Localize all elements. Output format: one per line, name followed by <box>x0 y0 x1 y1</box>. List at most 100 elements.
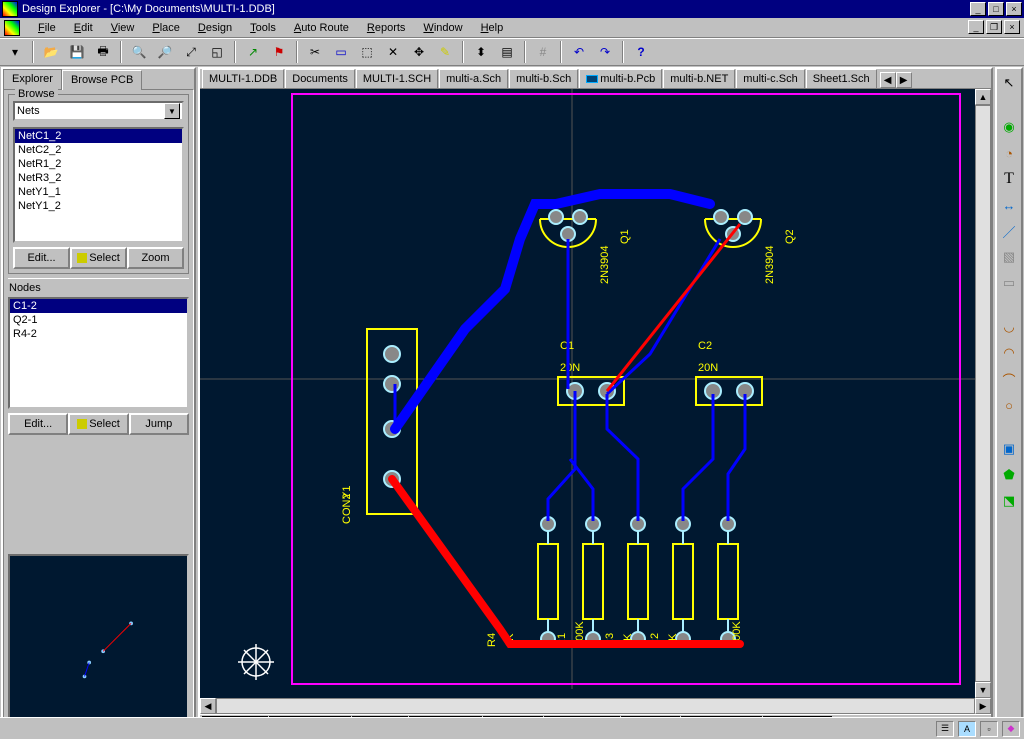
tab-scroll-right[interactable]: ▶ <box>896 72 912 88</box>
menu-tools[interactable]: Tools <box>242 20 284 36</box>
menu-help[interactable]: Help <box>473 20 512 36</box>
report-button[interactable]: ▤ <box>496 41 518 63</box>
arc-tool-1[interactable]: ◡ <box>999 317 1019 337</box>
pcb-canvas[interactable]: Y1 CON2 Q1 2N3904 <box>200 89 991 698</box>
vertical-scrollbar[interactable]: ▲ ▼ <box>975 89 991 698</box>
move-button[interactable]: ✥ <box>408 41 430 63</box>
menu-place[interactable]: Place <box>144 20 188 36</box>
list-item[interactable]: NetY1_2 <box>15 199 182 213</box>
doc-tab[interactable]: multi-b.Sch <box>509 69 578 88</box>
list-item[interactable]: NetC1_2 <box>15 129 182 143</box>
undo-button[interactable]: ↶ <box>568 41 590 63</box>
doc-tab[interactable]: multi-a.Sch <box>439 69 508 88</box>
doc-tab[interactable]: MULTI-1.SCH <box>356 69 438 88</box>
mdi-restore-button[interactable]: ❐ <box>986 20 1002 34</box>
arc-tool-3[interactable]: ⌒ <box>999 369 1019 389</box>
scroll-left-button[interactable]: ◀ <box>200 698 216 714</box>
browse-dropdown[interactable]: Nets ▼ <box>13 101 184 121</box>
line-tool[interactable]: ／ <box>999 221 1019 241</box>
jump-button[interactable]: Jump <box>129 413 189 435</box>
redo-button[interactable]: ↷ <box>594 41 616 63</box>
tool-1[interactable]: ↗ <box>242 41 264 63</box>
zoom-button[interactable]: Zoom <box>127 247 184 269</box>
scroll-up-button[interactable]: ▲ <box>975 89 991 105</box>
cut-button[interactable]: ✂ <box>304 41 326 63</box>
dimension-tool[interactable]: ↔ <box>999 195 1019 215</box>
minimap[interactable] <box>8 554 189 729</box>
mdi-close-button[interactable]: × <box>1004 20 1020 34</box>
status-3[interactable]: ▫ <box>980 721 998 737</box>
list-item[interactable]: NetR3_2 <box>15 171 182 185</box>
circle-tool[interactable]: ○ <box>999 395 1019 415</box>
app-menu-icon[interactable] <box>4 20 20 36</box>
select-button[interactable]: Select <box>70 247 127 269</box>
select-rect-button[interactable]: ▭ <box>330 41 352 63</box>
menu-view[interactable]: View <box>103 20 143 36</box>
menu-reports[interactable]: Reports <box>359 20 414 36</box>
scroll-right-button[interactable]: ▶ <box>975 698 991 714</box>
doc-tab[interactable]: multi-c.Sch <box>736 69 804 88</box>
svg-text:Q1: Q1 <box>619 229 631 244</box>
maximize-button[interactable]: □ <box>988 2 1004 16</box>
new-button[interactable]: ▾ <box>4 41 26 63</box>
menu-edit[interactable]: Edit <box>66 20 101 36</box>
horizontal-scrollbar[interactable]: ◀ ▶ <box>200 698 991 714</box>
minimize-button[interactable]: _ <box>970 2 986 16</box>
tab-scroll-left[interactable]: ◀ <box>880 72 896 88</box>
doc-tab[interactable]: Sheet1.Sch <box>806 69 877 88</box>
menu-design[interactable]: Design <box>190 20 240 36</box>
zoom-out-button[interactable]: 🔎 <box>154 41 176 63</box>
help-button[interactable]: ? <box>630 41 652 63</box>
pad-tool[interactable]: ◉ <box>999 117 1019 137</box>
menu-file[interactable]: File <box>30 20 64 36</box>
mdi-minimize-button[interactable]: _ <box>968 20 984 34</box>
nodes-listbox[interactable]: C1-2 Q2-1 R4-2 <box>8 297 189 409</box>
node-edit-button[interactable]: Edit... <box>8 413 68 435</box>
library-button[interactable]: ⬍ <box>470 41 492 63</box>
via-tool[interactable]: ◔ <box>999 143 1019 163</box>
status-2[interactable]: A <box>958 721 976 737</box>
menu-window[interactable]: Window <box>415 20 470 36</box>
component-tool[interactable]: ▣ <box>999 439 1019 459</box>
arc-tool-2[interactable]: ◠ <box>999 343 1019 363</box>
status-1[interactable]: ☰ <box>936 721 954 737</box>
chevron-down-icon[interactable]: ▼ <box>164 103 180 119</box>
node-select-button[interactable]: Select <box>68 413 128 435</box>
menu-autoroute[interactable]: Auto Route <box>286 20 357 36</box>
list-item[interactable]: NetR1_2 <box>15 157 182 171</box>
redraw-button[interactable]: ◱ <box>206 41 228 63</box>
doc-tab-active[interactable]: multi-b.Pcb <box>579 69 662 88</box>
grid-button[interactable]: # <box>532 41 554 63</box>
tab-explorer[interactable]: Explorer <box>3 69 62 89</box>
nets-listbox[interactable]: NetC1_2 NetC2_2 NetR1_2 NetR3_2 NetY1_1 … <box>13 127 184 243</box>
cursor-tool[interactable]: ↖ <box>999 73 1019 93</box>
list-item[interactable]: NetC2_2 <box>15 143 182 157</box>
fill-tool[interactable]: ▧ <box>999 247 1019 267</box>
list-item[interactable]: Q2-1 <box>10 313 187 327</box>
highlight-button[interactable]: ✎ <box>434 41 456 63</box>
doc-tab[interactable]: multi-b.NET <box>663 69 735 88</box>
open-button[interactable]: 📂 <box>40 41 62 63</box>
doc-tab[interactable]: Documents <box>285 69 355 88</box>
scroll-down-button[interactable]: ▼ <box>975 682 991 698</box>
svg-text:20N: 20N <box>560 362 580 374</box>
edit-button[interactable]: Edit... <box>13 247 70 269</box>
zoom-in-button[interactable]: 🔍 <box>128 41 150 63</box>
split-tool[interactable]: ⬔ <box>999 491 1019 511</box>
zoom-fit-button[interactable]: ⤢ <box>180 41 202 63</box>
doc-tab[interactable]: MULTI-1.DDB <box>202 69 284 88</box>
tool-2[interactable]: ⚑ <box>268 41 290 63</box>
rect-tool[interactable]: ▭ <box>999 273 1019 293</box>
list-item[interactable]: C1-2 <box>10 299 187 313</box>
polygon-tool[interactable]: ⬟ <box>999 465 1019 485</box>
print-button[interactable]: 🖶 <box>92 41 114 63</box>
tab-browse-pcb[interactable]: Browse PCB <box>62 70 142 90</box>
select-dash-button[interactable]: ⬚ <box>356 41 378 63</box>
text-tool[interactable]: T <box>999 169 1019 189</box>
list-item[interactable]: R4-2 <box>10 327 187 341</box>
deselect-button[interactable]: ✕ <box>382 41 404 63</box>
status-4[interactable]: ◆ <box>1002 721 1020 737</box>
list-item[interactable]: NetY1_1 <box>15 185 182 199</box>
close-button[interactable]: × <box>1006 2 1022 16</box>
save-button[interactable]: 💾 <box>66 41 88 63</box>
